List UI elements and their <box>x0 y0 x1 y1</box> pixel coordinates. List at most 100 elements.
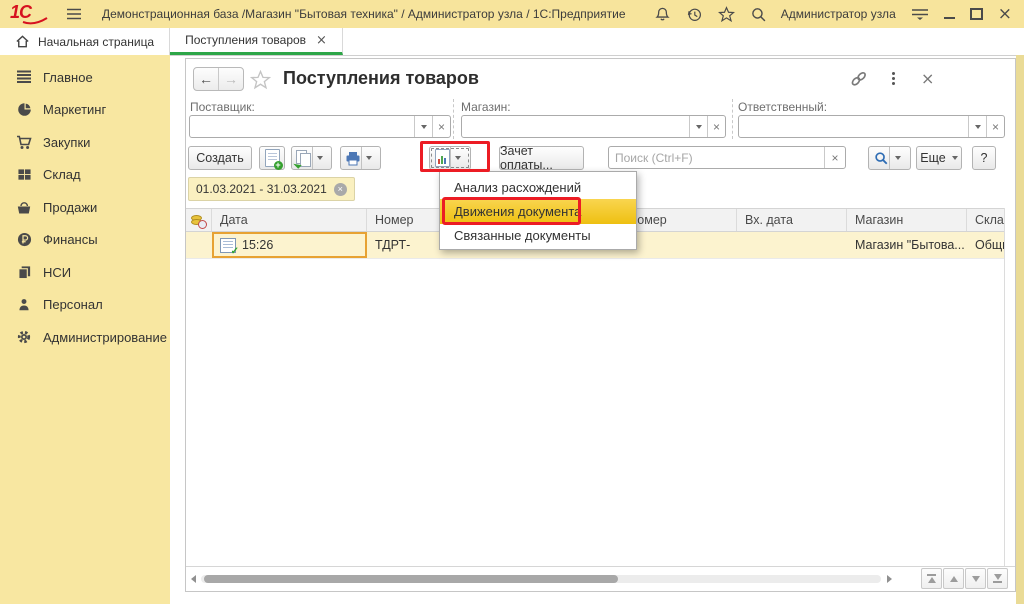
search-input[interactable] <box>609 147 824 168</box>
sidebar-item-marketing[interactable]: Маркетинг <box>0 94 170 127</box>
right-edge-strip <box>1016 55 1024 604</box>
reports-dropdown-menu: Анализ расхождений Движения документа Св… <box>439 171 637 250</box>
row-status-cell[interactable] <box>186 232 212 258</box>
add-favorite-star-icon[interactable] <box>250 70 271 90</box>
panel-close-button[interactable]: × <box>921 69 934 89</box>
global-search-icon[interactable] <box>750 6 767 23</box>
period-remove-icon[interactable]: × <box>334 183 347 196</box>
row-warehouse-cell[interactable]: Общи <box>967 232 1004 258</box>
responsible-dropdown-icon[interactable] <box>968 116 986 137</box>
row-incoming-date-cell[interactable] <box>737 232 847 258</box>
pie-chart-icon <box>15 102 33 118</box>
gear-icon <box>15 329 33 345</box>
service-settings-icon[interactable] <box>911 7 929 21</box>
sections-sidebar: Главное Маркетинг Закупки Склад Продажи … <box>0 55 170 604</box>
forward-button[interactable]: → <box>219 68 243 90</box>
sidebar-item-nsi[interactable]: НСИ <box>0 256 170 289</box>
tab-goods-receipts-label: Поступления товаров <box>185 33 306 47</box>
window-title: Демонстрационная база /Магазин "Бытовая … <box>102 7 626 21</box>
tab-goods-receipts[interactable]: Поступления товаров × <box>170 28 343 55</box>
store-dropdown-icon[interactable] <box>689 116 707 137</box>
search-dropdown-icon[interactable] <box>889 147 905 169</box>
menu-item-discrepancy-analysis[interactable]: Анализ расхождений <box>440 175 636 199</box>
reports-button[interactable] <box>429 146 471 170</box>
notifications-bell-icon[interactable] <box>654 6 671 23</box>
tab-home[interactable]: Начальная страница <box>0 28 170 55</box>
sidebar-item-personnel[interactable]: Персонал <box>0 289 170 322</box>
current-user[interactable]: Администратор узла <box>781 7 896 21</box>
scroll-right-icon[interactable] <box>887 575 892 583</box>
horizontal-scrollbar-track[interactable] <box>201 575 881 583</box>
bottom-scroll-row <box>186 566 1015 590</box>
menu-item-document-movements[interactable]: Движения документа <box>440 199 636 223</box>
window-close-button[interactable]: × <box>998 6 1016 23</box>
copy-dropdown-icon[interactable] <box>312 147 328 169</box>
main-menu-icon[interactable] <box>66 8 82 20</box>
home-icon <box>15 34 30 49</box>
new-document-icon: + <box>265 149 280 167</box>
payment-offset-button[interactable]: Зачет оплаты... <box>499 146 584 170</box>
advanced-search-button[interactable] <box>868 146 911 170</box>
sidebar-item-finance[interactable]: Финансы <box>0 224 170 257</box>
print-button[interactable] <box>340 146 381 170</box>
go-next-button[interactable] <box>965 568 986 589</box>
history-icon[interactable] <box>686 6 703 23</box>
period-filter-chip[interactable]: 01.03.2021 - 31.03.2021 × <box>188 177 355 201</box>
copy-document-icon <box>296 150 312 166</box>
page-title: Поступления товаров <box>283 68 479 89</box>
sidebar-item-purchases[interactable]: Закупки <box>0 126 170 159</box>
documents-icon <box>15 264 33 280</box>
supplier-clear-icon[interactable]: × <box>432 116 450 137</box>
column-incoming-date[interactable]: Вх. дата <box>737 209 847 231</box>
tab-close-icon[interactable]: × <box>316 34 327 47</box>
1c-enterprise-window: 1С Демонстрационная база /Магазин "Бытов… <box>0 0 1024 604</box>
sidebar-item-sales[interactable]: Продажи <box>0 191 170 224</box>
scroll-left-icon[interactable] <box>191 575 196 583</box>
maximize-button[interactable] <box>970 8 983 20</box>
print-dropdown-icon[interactable] <box>361 147 377 169</box>
column-warehouse[interactable]: Склад <box>967 209 1004 231</box>
go-last-button[interactable] <box>987 568 1008 589</box>
reports-icon <box>435 149 450 167</box>
horizontal-scrollbar-thumb[interactable] <box>204 575 618 583</box>
more-button[interactable]: Еще <box>916 146 962 170</box>
back-button[interactable]: ← <box>194 68 219 90</box>
column-date[interactable]: Дата ↓ <box>212 209 367 231</box>
menu-item-related-documents[interactable]: Связанные документы <box>440 224 636 248</box>
sidebar-item-administration[interactable]: Администрирование <box>0 321 170 354</box>
vertical-scrollbar[interactable] <box>1004 208 1014 566</box>
new-document-button[interactable]: + <box>259 146 285 170</box>
ruble-icon <box>15 232 33 248</box>
column-store[interactable]: Магазин <box>847 209 967 231</box>
get-link-icon[interactable] <box>849 70 869 88</box>
sidebar-item-main[interactable]: Главное <box>0 61 170 94</box>
store-filter-label: Магазин: <box>461 100 511 114</box>
responsible-filter-label: Ответственный: <box>738 100 827 114</box>
minimize-button[interactable] <box>944 9 955 19</box>
help-button[interactable]: ? <box>972 146 996 170</box>
search-clear-icon[interactable]: × <box>824 147 845 168</box>
more-menu-icon[interactable] <box>892 72 895 85</box>
responsible-filter-combo[interactable]: × <box>738 115 1005 138</box>
supplier-filter-combo[interactable]: × <box>189 115 451 138</box>
tab-bar: Начальная страница Поступления товаров × <box>0 28 1024 56</box>
go-previous-button[interactable] <box>943 568 964 589</box>
go-first-button[interactable] <box>921 568 942 589</box>
favorites-star-icon[interactable] <box>718 6 735 23</box>
history-nav-group: ← → <box>193 67 244 91</box>
supplier-dropdown-icon[interactable] <box>414 116 432 137</box>
pallet-icon <box>15 167 33 183</box>
create-button[interactable]: Создать <box>188 146 252 170</box>
row-store-cell[interactable]: Магазин "Бытова... <box>847 232 967 258</box>
responsible-clear-icon[interactable]: × <box>986 116 1004 137</box>
print-icon <box>345 151 361 166</box>
basket-icon <box>15 199 33 215</box>
store-filter-combo[interactable]: × <box>461 115 726 138</box>
copy-document-button[interactable] <box>291 146 332 170</box>
row-date-cell[interactable]: ✓ 15:26 <box>212 232 367 258</box>
posted-document-icon: ✓ <box>220 238 236 253</box>
sidebar-item-warehouse[interactable]: Склад <box>0 159 170 192</box>
store-clear-icon[interactable]: × <box>707 116 725 137</box>
column-payment-status[interactable] <box>186 209 212 231</box>
reports-dropdown-icon[interactable] <box>450 147 466 169</box>
